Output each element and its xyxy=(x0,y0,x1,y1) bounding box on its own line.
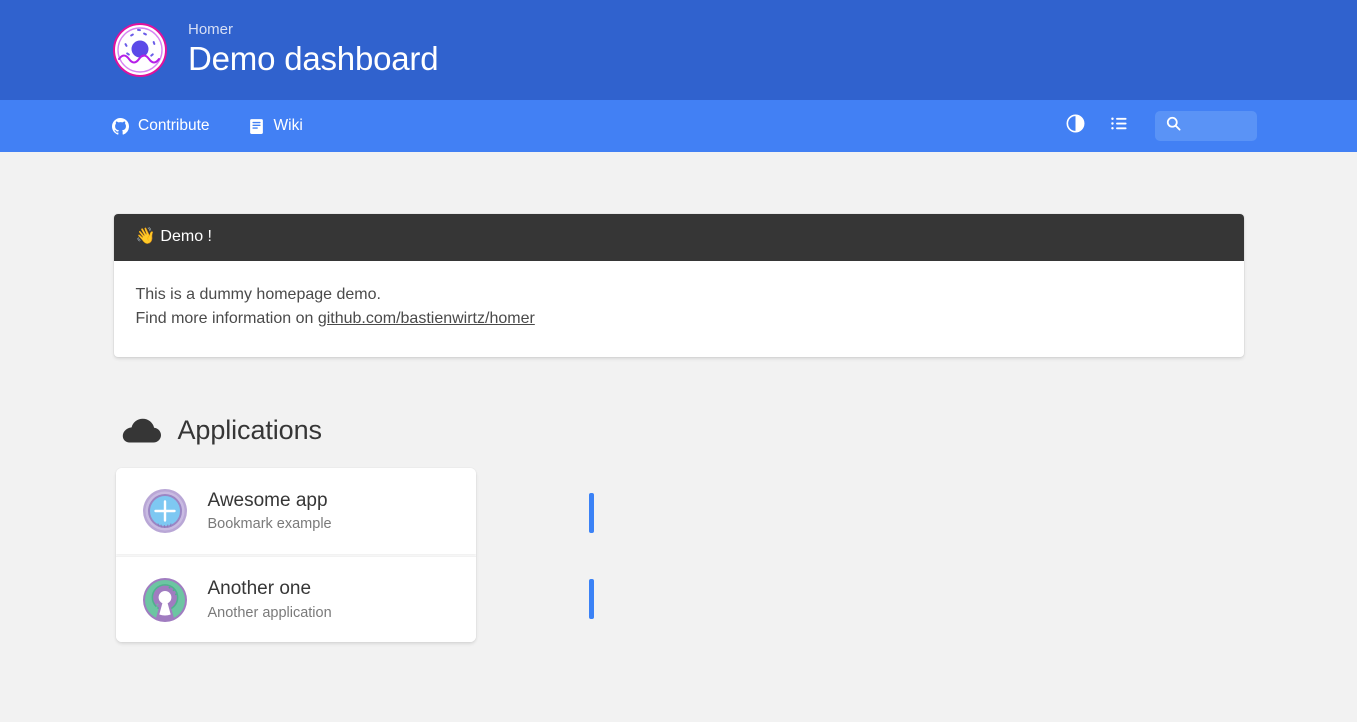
nav-link-label: Wiki xyxy=(273,117,303,134)
application-card-stack: Awesome app Bookmark example Another one… xyxy=(115,468,476,643)
open-source-icon xyxy=(142,577,188,623)
application-item-awesome-app[interactable]: Awesome app Bookmark example xyxy=(115,468,476,555)
book-icon xyxy=(248,118,265,135)
cloud-icon xyxy=(122,417,162,445)
group-heading: Applications xyxy=(114,415,1244,446)
message-card: 👋 Demo ! This is a dummy homepage demo. … xyxy=(113,214,1244,358)
message-card-title: Demo ! xyxy=(160,228,212,245)
applications-group: Applications Awesome app Bookmark exampl… xyxy=(114,415,1244,643)
github-icon xyxy=(112,117,129,135)
application-item-another-one[interactable]: Another one Another application xyxy=(115,556,476,643)
application-text-block: Another one Another application xyxy=(208,577,332,623)
navigation-bar: Contribute Wiki xyxy=(0,100,1357,152)
nav-link-contribute[interactable]: Contribute xyxy=(100,111,222,141)
application-subtitle: Another application xyxy=(207,604,332,621)
nav-controls xyxy=(1053,106,1257,146)
application-subtitle: Bookmark example xyxy=(207,516,332,533)
donut-icon xyxy=(112,22,168,78)
accent-tag xyxy=(588,493,594,534)
nav-link-label: Contribute xyxy=(138,117,210,134)
message-card-header: 👋 Demo ! xyxy=(113,214,1244,261)
header-text-block: Homer Demo dashboard xyxy=(188,20,439,78)
application-cards: Awesome app Bookmark example Another one… xyxy=(115,468,594,643)
accent-tag xyxy=(588,579,594,620)
message-line-2: Find more information on github.com/bast… xyxy=(136,307,1222,331)
group-label: Applications xyxy=(177,415,322,446)
application-name: Awesome app xyxy=(207,489,328,511)
layout-toggle-button[interactable] xyxy=(1097,106,1141,146)
message-line-1: This is a dummy homepage demo. xyxy=(135,285,381,303)
nav-links: Contribute Wiki xyxy=(100,111,315,141)
application-name: Another one xyxy=(207,578,312,600)
page-header: Homer Demo dashboard xyxy=(0,0,1357,100)
main-content: 👋 Demo ! This is a dummy homepage demo. … xyxy=(0,152,1357,643)
message-line-2-prefix: Find more information on xyxy=(135,310,318,328)
contrast-circle-icon xyxy=(1066,114,1085,138)
list-icon xyxy=(1110,114,1129,138)
search-input[interactable] xyxy=(1187,118,1247,134)
dashboard-subtitle: Homer xyxy=(188,20,234,38)
page-title: Demo dashboard xyxy=(188,40,439,78)
message-card-body: This is a dummy homepage demo. Find more… xyxy=(114,261,1244,358)
theme-toggle-button[interactable] xyxy=(1053,106,1097,146)
homer-repo-link[interactable]: github.com/bastienwirtz/homer xyxy=(318,310,535,327)
search-icon xyxy=(1166,116,1181,136)
search-box[interactable] xyxy=(1155,111,1257,141)
nav-link-wiki[interactable]: Wiki xyxy=(236,111,315,141)
content-container: 👋 Demo ! This is a dummy homepage demo. … xyxy=(113,214,1244,643)
plus-circle-badge-icon xyxy=(142,488,188,534)
wave-emoji-icon: 👋 xyxy=(135,228,156,245)
application-text-block: Awesome app Bookmark example xyxy=(208,489,332,535)
